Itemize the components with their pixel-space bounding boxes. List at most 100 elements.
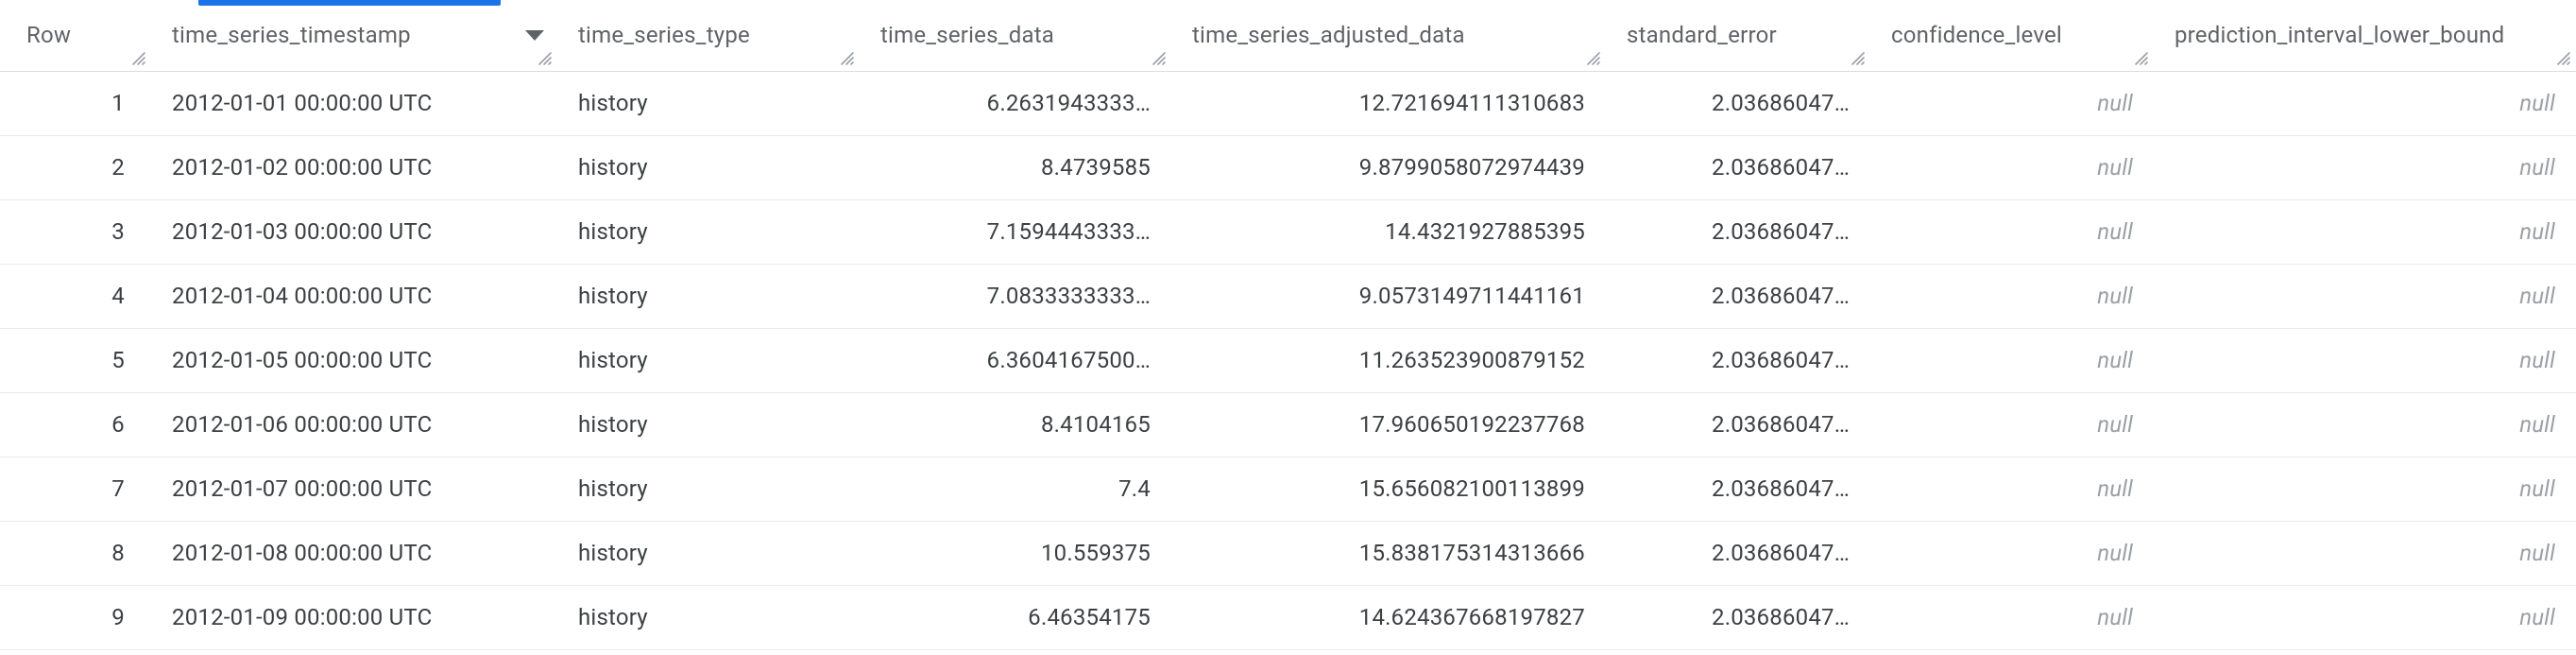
- column-resize-handle[interactable]: [537, 50, 554, 67]
- table-row[interactable]: 82012-01-08 00:00:00 UTChistory10.559375…: [0, 521, 2576, 585]
- column-header-data[interactable]: time_series_data: [860, 0, 1171, 71]
- cell-pilb: null: [2154, 457, 2576, 521]
- sort-desc-icon[interactable]: [525, 30, 544, 41]
- table-body: 12012-01-01 00:00:00 UTChistory6.2631943…: [0, 71, 2576, 649]
- column-header-conf[interactable]: confidence_level: [1870, 0, 2154, 71]
- cell-row-index: 7: [0, 457, 151, 521]
- column-header-label: time_series_type: [578, 22, 750, 48]
- table-row[interactable]: 22012-01-02 00:00:00 UTChistory8.4739585…: [0, 135, 2576, 199]
- cell-stderr: 2.03686047…: [1606, 521, 1870, 585]
- cell-timestamp: 2012-01-02 00:00:00 UTC: [151, 135, 557, 199]
- cell-stderr: 2.03686047…: [1606, 457, 1870, 521]
- table-row[interactable]: 12012-01-01 00:00:00 UTChistory6.2631943…: [0, 71, 2576, 135]
- column-header-timestamp[interactable]: time_series_timestamp: [151, 0, 557, 71]
- cell-pilb: null: [2154, 585, 2576, 649]
- cell-type: history: [557, 457, 860, 521]
- table-row[interactable]: 72012-01-07 00:00:00 UTChistory7.415.656…: [0, 457, 2576, 521]
- cell-row-index: 1: [0, 71, 151, 135]
- table-row[interactable]: 62012-01-06 00:00:00 UTChistory8.4104165…: [0, 392, 2576, 457]
- column-header-label: confidence_level: [1891, 22, 2062, 48]
- cell-pilb: null: [2154, 135, 2576, 199]
- column-resize-handle[interactable]: [1850, 50, 1867, 67]
- cell-type: history: [557, 521, 860, 585]
- cell-row-index: 6: [0, 392, 151, 457]
- cell-type: history: [557, 71, 860, 135]
- cell-conf: null: [1870, 521, 2154, 585]
- cell-data: 10.559375: [860, 521, 1171, 585]
- cell-data: 6.3604167500…: [860, 328, 1171, 392]
- column-resize-handle[interactable]: [2555, 50, 2572, 67]
- column-resize-handle[interactable]: [130, 50, 147, 67]
- cell-type: history: [557, 135, 860, 199]
- cell-row-index: 2: [0, 135, 151, 199]
- cell-adjusted: 15.838175314313666: [1171, 521, 1606, 585]
- cell-data: 8.4104165: [860, 392, 1171, 457]
- column-resize-handle[interactable]: [2133, 50, 2150, 67]
- cell-stderr: 2.03686047…: [1606, 585, 1870, 649]
- cell-stderr: 2.03686047…: [1606, 392, 1870, 457]
- column-header-stderr[interactable]: standard_error: [1606, 0, 1870, 71]
- cell-pilb: null: [2154, 521, 2576, 585]
- cell-conf: null: [1870, 585, 2154, 649]
- cell-adjusted: 14.4321927885395: [1171, 199, 1606, 264]
- cell-adjusted: 14.624367668197827: [1171, 585, 1606, 649]
- cell-pilb: null: [2154, 199, 2576, 264]
- cell-adjusted: 15.656082100113899: [1171, 457, 1606, 521]
- cell-pilb: null: [2154, 392, 2576, 457]
- cell-data: 7.1594443333…: [860, 199, 1171, 264]
- table-row[interactable]: 42012-01-04 00:00:00 UTChistory7.0833333…: [0, 264, 2576, 328]
- cell-type: history: [557, 328, 860, 392]
- column-header-label: standard_error: [1627, 22, 1777, 48]
- cell-timestamp: 2012-01-01 00:00:00 UTC: [151, 71, 557, 135]
- column-header-adjusted[interactable]: time_series_adjusted_data: [1171, 0, 1606, 71]
- table-row[interactable]: 32012-01-03 00:00:00 UTChistory7.1594443…: [0, 199, 2576, 264]
- cell-conf: null: [1870, 328, 2154, 392]
- column-header-row[interactable]: Row: [0, 0, 151, 71]
- column-header-label: prediction_interval_lower_bound: [2175, 22, 2504, 48]
- column-resize-handle[interactable]: [1585, 50, 1602, 67]
- cell-row-index: 5: [0, 328, 151, 392]
- cell-type: history: [557, 264, 860, 328]
- cell-stderr: 2.03686047…: [1606, 199, 1870, 264]
- cell-conf: null: [1870, 135, 2154, 199]
- cell-timestamp: 2012-01-04 00:00:00 UTC: [151, 264, 557, 328]
- cell-timestamp: 2012-01-09 00:00:00 UTC: [151, 585, 557, 649]
- cell-data: 8.4739585: [860, 135, 1171, 199]
- cell-row-index: 4: [0, 264, 151, 328]
- cell-timestamp: 2012-01-03 00:00:00 UTC: [151, 199, 557, 264]
- cell-type: history: [557, 199, 860, 264]
- cell-stderr: 2.03686047…: [1606, 71, 1870, 135]
- cell-adjusted: 12.721694111310683: [1171, 71, 1606, 135]
- cell-pilb: null: [2154, 264, 2576, 328]
- cell-timestamp: 2012-01-06 00:00:00 UTC: [151, 392, 557, 457]
- cell-data: 6.46354175: [860, 585, 1171, 649]
- cell-conf: null: [1870, 71, 2154, 135]
- cell-stderr: 2.03686047…: [1606, 135, 1870, 199]
- cell-conf: null: [1870, 199, 2154, 264]
- cell-row-index: 3: [0, 199, 151, 264]
- cell-data: 7.0833333333…: [860, 264, 1171, 328]
- column-header-label: time_series_data: [880, 22, 1054, 48]
- cell-pilb: null: [2154, 71, 2576, 135]
- cell-stderr: 2.03686047…: [1606, 328, 1870, 392]
- column-resize-handle[interactable]: [839, 50, 856, 67]
- column-resize-handle[interactable]: [1151, 50, 1168, 67]
- results-table: Row time_series_timestamp time_ser: [0, 0, 2576, 650]
- cell-row-index: 9: [0, 585, 151, 649]
- cell-stderr: 2.03686047…: [1606, 264, 1870, 328]
- cell-data: 7.4: [860, 457, 1171, 521]
- column-header-type[interactable]: time_series_type: [557, 0, 860, 71]
- column-header-pilb[interactable]: prediction_interval_lower_bound: [2154, 0, 2576, 71]
- column-header-label: time_series_adjusted_data: [1192, 22, 1465, 48]
- table-row[interactable]: 92012-01-09 00:00:00 UTChistory6.4635417…: [0, 585, 2576, 649]
- cell-timestamp: 2012-01-08 00:00:00 UTC: [151, 521, 557, 585]
- cell-adjusted: 9.0573149711441161: [1171, 264, 1606, 328]
- table-row[interactable]: 52012-01-05 00:00:00 UTChistory6.3604167…: [0, 328, 2576, 392]
- cell-adjusted: 9.8799058072974439: [1171, 135, 1606, 199]
- column-header-label: time_series_timestamp: [172, 22, 411, 48]
- results-table-container: Row time_series_timestamp time_ser: [0, 0, 2576, 650]
- cell-data: 6.2631943333…: [860, 71, 1171, 135]
- cell-conf: null: [1870, 457, 2154, 521]
- cell-type: history: [557, 585, 860, 649]
- cell-conf: null: [1870, 392, 2154, 457]
